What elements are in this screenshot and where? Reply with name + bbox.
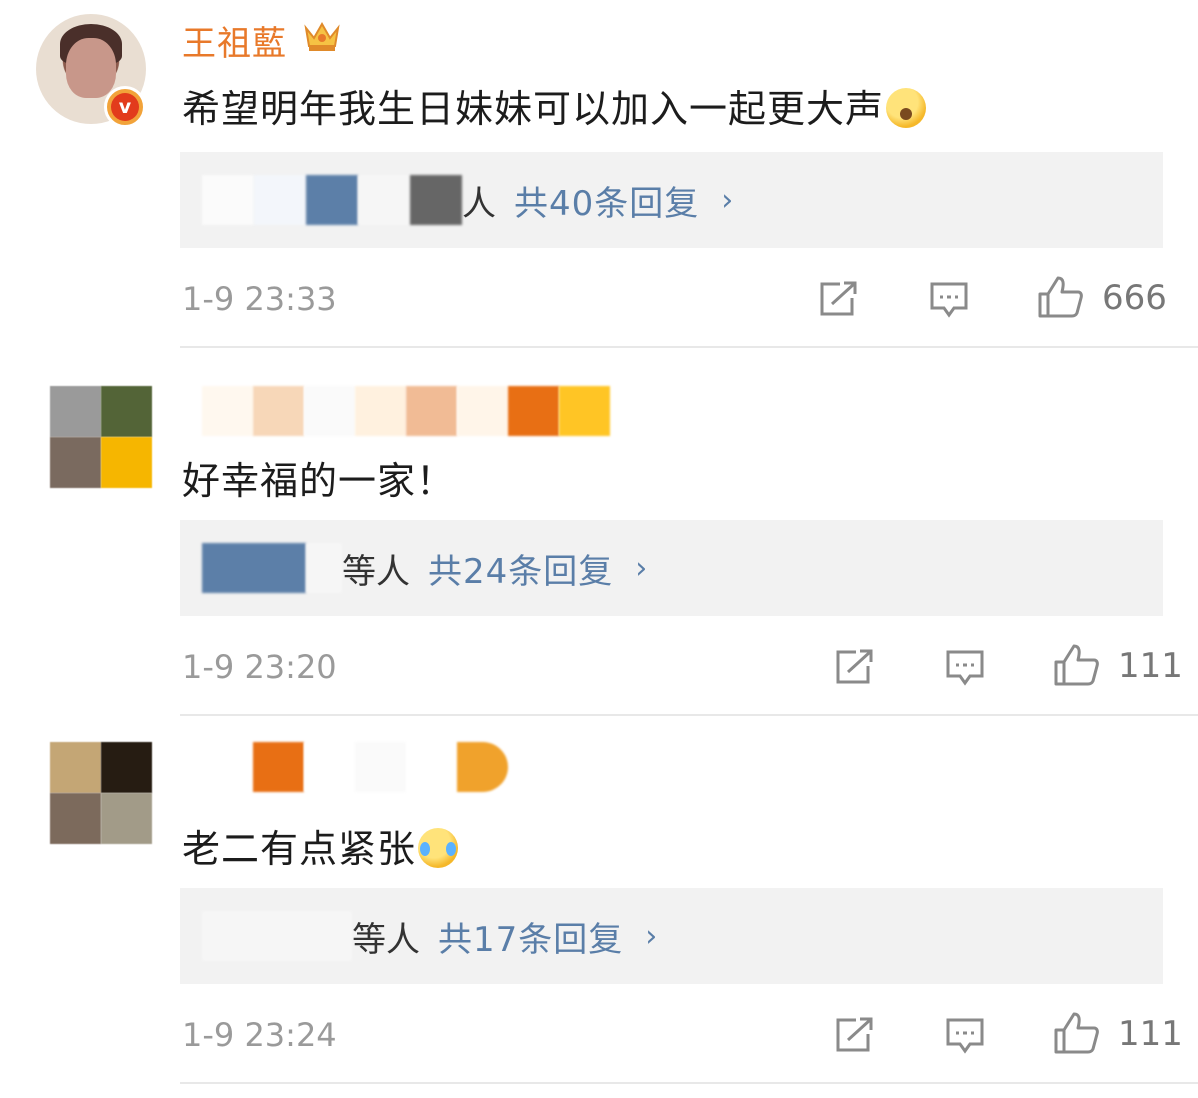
repost-icon[interactable] [818,280,860,318]
reply-count-link[interactable]: 共24条回复 [428,544,613,593]
reply-summary[interactable]: 等人 共24条回复 › [180,520,1163,616]
reply-count-link[interactable]: 共17条回复 [438,912,623,961]
comment-timestamp: 1-9 23:20 [182,648,337,686]
like-count: 111 [1118,1014,1183,1054]
comment-icon[interactable] [928,280,970,320]
like-icon[interactable] [1036,274,1084,320]
reply-summary[interactable]: 人 共40条回复 › [180,152,1163,248]
reply-users-blurred: 等人 共17条回复 › [202,888,657,984]
comment-icon[interactable] [944,1016,986,1056]
divider [180,714,1198,716]
like-count: 111 [1118,646,1183,686]
divider [180,346,1198,348]
verified-badge-icon: v [104,86,146,128]
comment-timestamp: 1-9 23:24 [182,1016,337,1054]
reply-summary[interactable]: 等人 共17条回复 › [180,888,1163,984]
yawn-emoji-icon [886,88,927,128]
comment-text: 老二有点紧张 [182,818,459,873]
user-avatar-blurred[interactable] [50,386,152,488]
like-icon[interactable] [1052,642,1100,688]
chevron-right-icon: › [645,918,658,954]
comment-timestamp: 1-9 23:33 [182,280,337,318]
laugh-cry-emoji-icon [418,828,459,868]
username-blurred[interactable] [202,742,508,792]
reply-users-blurred: 人 共40条回复 › [202,152,733,248]
repost-icon[interactable] [834,648,876,686]
chevron-right-icon: › [635,550,648,586]
repost-icon[interactable] [834,1016,876,1054]
comment-text: 好幸福的一家！ [182,459,456,503]
user-avatar-blurred[interactable] [50,742,152,844]
comment-text: 希望明年我生日妹妹可以加入一起更大声 [182,78,927,133]
like-icon[interactable] [1052,1010,1100,1056]
reply-users-blurred: 等人 共24条回复 › [202,520,647,616]
divider [180,1082,1198,1084]
reply-count-link[interactable]: 共40条回复 [514,176,699,225]
crown-icon [304,21,340,51]
username-blurred[interactable] [202,386,610,436]
comment-icon[interactable] [944,648,986,688]
chevron-right-icon: › [721,182,734,218]
like-count: 666 [1102,278,1167,318]
username[interactable]: 王祖藍 [182,16,287,65]
